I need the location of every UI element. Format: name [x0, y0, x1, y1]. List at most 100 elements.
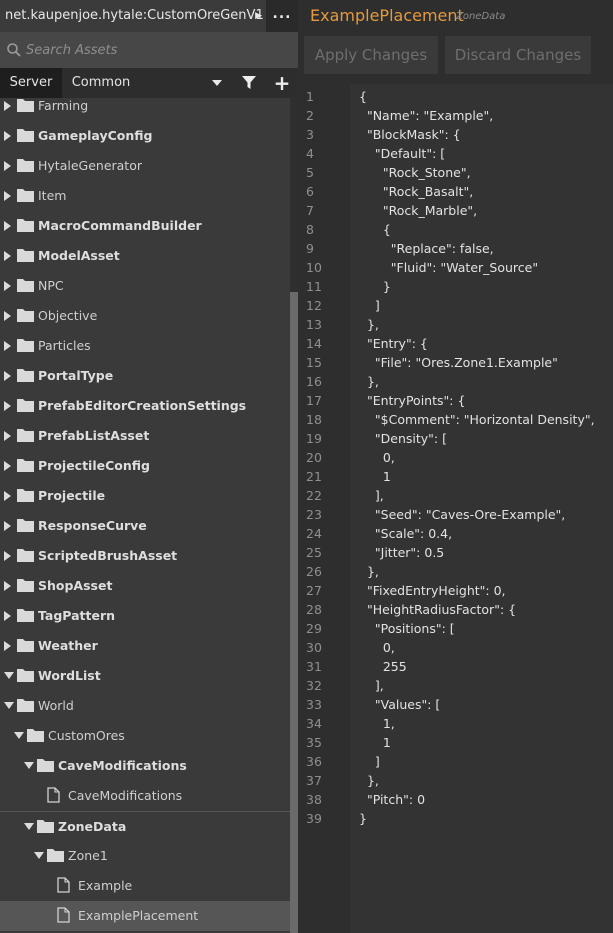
- tree-folder-row[interactable]: WordList: [0, 661, 290, 691]
- caret-right-icon[interactable]: [4, 101, 12, 111]
- tree-folder-row[interactable]: Item: [0, 181, 290, 211]
- caret-right-icon[interactable]: [4, 311, 12, 321]
- tree-folder-row[interactable]: GameplayConfig: [0, 121, 290, 151]
- code-line[interactable]: ]: [359, 296, 380, 315]
- code-line[interactable]: "Density": [: [359, 429, 447, 448]
- tab-server[interactable]: Server: [0, 68, 62, 98]
- tree-folder-row[interactable]: Zone1: [0, 841, 290, 871]
- tree-folder-row[interactable]: ZoneData: [0, 811, 290, 841]
- tree-file-row[interactable]: Example: [0, 871, 290, 901]
- code-line[interactable]: "Values": [: [359, 695, 440, 714]
- caret-down-icon[interactable]: [24, 823, 34, 831]
- tree-folder-row[interactable]: ShopAsset: [0, 571, 290, 601]
- code-line[interactable]: },: [359, 562, 379, 581]
- funnel-icon[interactable]: [242, 76, 256, 90]
- chevron-down-icon[interactable]: [211, 78, 223, 88]
- code-line[interactable]: "Rock_Basalt",: [359, 182, 473, 201]
- caret-right-icon[interactable]: [4, 551, 12, 561]
- code-line[interactable]: },: [359, 372, 379, 391]
- code-line[interactable]: "Replace": false,: [359, 239, 494, 258]
- caret-right-icon[interactable]: [4, 251, 12, 261]
- code-line[interactable]: }: [359, 277, 391, 296]
- caret-right-icon[interactable]: [4, 431, 12, 441]
- tree-folder-row[interactable]: Weather: [0, 631, 290, 661]
- caret-right-icon[interactable]: [4, 131, 12, 141]
- code-line[interactable]: "Pitch": 0: [359, 790, 425, 809]
- code-line[interactable]: 1,: [359, 714, 395, 733]
- code-line[interactable]: "Name": "Example",: [359, 106, 493, 125]
- code-line[interactable]: {: [359, 220, 391, 239]
- caret-right-icon[interactable]: [4, 401, 12, 411]
- code-line[interactable]: {: [359, 87, 367, 106]
- search-input[interactable]: [26, 32, 292, 68]
- caret-right-icon[interactable]: [4, 161, 12, 171]
- tree-folder-row[interactable]: ScriptedBrushAsset: [0, 541, 290, 571]
- code-line[interactable]: "Default": [: [359, 144, 445, 163]
- tree-folder-row[interactable]: ProjectileConfig: [0, 451, 290, 481]
- caret-right-icon[interactable]: [4, 371, 12, 381]
- tree-folder-row[interactable]: CaveModifications: [0, 751, 290, 781]
- tree-folder-row[interactable]: Projectile: [0, 481, 290, 511]
- plus-icon[interactable]: +: [273, 73, 291, 93]
- caret-right-icon[interactable]: [4, 611, 12, 621]
- caret-right-icon[interactable]: [4, 221, 12, 231]
- code-area[interactable]: { "Name": "Example", "BlockMask": { "Def…: [350, 84, 613, 933]
- tree-folder-row[interactable]: NPC: [0, 271, 290, 301]
- tree-folder-row[interactable]: PrefabEditorCreationSettings: [0, 391, 290, 421]
- code-line[interactable]: "Rock_Marble",: [359, 201, 477, 220]
- tree-scrollbar-thumb[interactable]: [290, 292, 298, 933]
- tree-folder-row[interactable]: TagPattern: [0, 601, 290, 631]
- code-editor[interactable]: 1 2 3 4 5 6 7 8 9 10 11 12 13 14 15 16 17 18 19 20 21 22 23 24 2…: [298, 84, 613, 933]
- caret-down-icon[interactable]: [4, 702, 14, 710]
- code-line[interactable]: "$Comment": "Horizontal Density",: [359, 410, 595, 429]
- code-line[interactable]: 1: [359, 467, 391, 486]
- caret-down-icon[interactable]: [4, 672, 14, 680]
- caret-right-icon[interactable]: [4, 341, 12, 351]
- code-line[interactable]: "Entry": {: [359, 334, 428, 353]
- caret-right-icon[interactable]: [4, 491, 12, 501]
- code-line[interactable]: "Seed": "Caves-Ore-Example",: [359, 505, 565, 524]
- code-line[interactable]: "Jitter": 0.5: [359, 543, 444, 562]
- code-line[interactable]: "Rock_Stone",: [359, 163, 471, 182]
- tree-folder-row[interactable]: CustomOres: [0, 721, 290, 751]
- code-line[interactable]: "File": "Ores.Zone1.Example": [359, 353, 558, 372]
- caret-down-icon[interactable]: [24, 762, 34, 770]
- tree-folder-row[interactable]: Objective: [0, 301, 290, 331]
- code-line[interactable]: "BlockMask": {: [359, 125, 461, 144]
- tree-file-row[interactable]: CaveModifications: [0, 781, 290, 811]
- code-line[interactable]: }: [359, 809, 367, 828]
- code-line[interactable]: "HeightRadiusFactor": {: [359, 600, 516, 619]
- tree-folder-row[interactable]: PortalType: [0, 361, 290, 391]
- code-line[interactable]: ],: [359, 486, 384, 505]
- caret-right-icon[interactable]: [4, 191, 12, 201]
- tree-folder-row[interactable]: HytaleGenerator: [0, 151, 290, 181]
- code-line[interactable]: "FixedEntryHeight": 0,: [359, 581, 506, 600]
- caret-right-icon[interactable]: [4, 581, 12, 591]
- code-line[interactable]: ],: [359, 676, 384, 695]
- caret-down-icon[interactable]: [14, 732, 24, 740]
- asset-pack-tab[interactable]: net.kaupenjoe.hytale:CustomOreGenV1 ▶: [0, 0, 266, 32]
- discard-changes-button[interactable]: Discard Changes: [445, 36, 591, 74]
- code-line[interactable]: 0,: [359, 638, 395, 657]
- tree-folder-row[interactable]: Particles: [0, 331, 290, 361]
- tree-folder-row[interactable]: Farming: [0, 98, 290, 121]
- tree-folder-row[interactable]: World: [0, 691, 290, 721]
- caret-right-icon[interactable]: [4, 281, 12, 291]
- tree-file-row[interactable]: ExamplePlacement: [0, 901, 290, 931]
- code-line[interactable]: 255: [359, 657, 407, 676]
- tree-folder-row[interactable]: ModelAsset: [0, 241, 290, 271]
- more-button[interactable]: ...: [266, 0, 298, 32]
- caret-right-icon[interactable]: [4, 521, 12, 531]
- code-line[interactable]: 1: [359, 733, 391, 752]
- code-line[interactable]: "Scale": 0.4,: [359, 524, 452, 543]
- code-line[interactable]: ]: [359, 752, 380, 771]
- caret-down-icon[interactable]: [34, 852, 44, 860]
- code-line[interactable]: },: [359, 315, 379, 334]
- code-line[interactable]: },: [359, 771, 379, 790]
- tree-folder-row[interactable]: ResponseCurve: [0, 511, 290, 541]
- tree-folder-row[interactable]: MacroCommandBuilder: [0, 211, 290, 241]
- code-line[interactable]: "Fluid": "Water_Source": [359, 258, 538, 277]
- code-line[interactable]: "EntryPoints": {: [359, 391, 465, 410]
- code-line[interactable]: 0,: [359, 448, 395, 467]
- code-line[interactable]: "Positions": [: [359, 619, 455, 638]
